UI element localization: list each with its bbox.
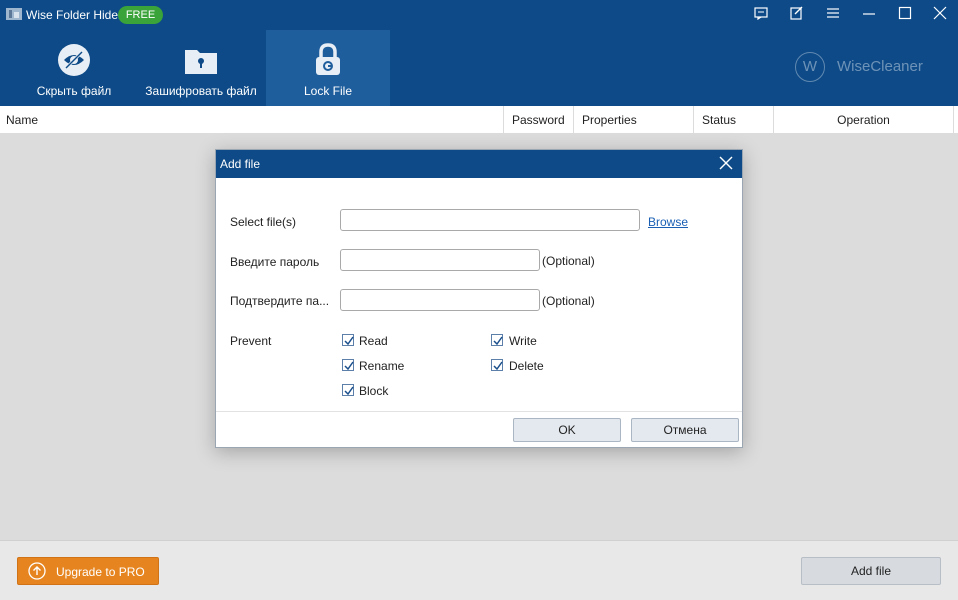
app-logo-icon bbox=[6, 8, 22, 20]
password-optional-text: (Optional) bbox=[542, 254, 595, 268]
checkmark-icon bbox=[493, 361, 503, 371]
add-file-dialog: Add file Select file(s) Browse Введите п… bbox=[215, 149, 743, 448]
close-icon[interactable] bbox=[929, 3, 951, 23]
block-checkbox[interactable] bbox=[342, 384, 354, 396]
write-label: Write bbox=[509, 334, 537, 348]
feedback-icon[interactable] bbox=[750, 3, 772, 23]
file-table-header: Name Password Properties Status Operatio… bbox=[0, 106, 958, 134]
nav-label: Lock File bbox=[303, 84, 353, 98]
dialog-title-bar: Add file bbox=[216, 150, 742, 178]
column-password[interactable]: Password bbox=[504, 106, 574, 134]
block-label: Block bbox=[359, 384, 389, 398]
maximize-icon[interactable] bbox=[894, 3, 916, 23]
checkmark-icon bbox=[344, 336, 354, 346]
column-name[interactable]: Name bbox=[0, 106, 504, 134]
checkmark-icon bbox=[344, 386, 354, 396]
edit-icon[interactable] bbox=[786, 3, 808, 23]
brand-mark: W bbox=[795, 52, 825, 82]
lock-icon bbox=[316, 43, 340, 75]
write-checkbox[interactable] bbox=[491, 334, 503, 346]
upgrade-button[interactable]: Upgrade to PRO bbox=[17, 557, 159, 585]
rename-label: Rename bbox=[359, 359, 405, 373]
add-file-button[interactable]: Add file bbox=[801, 557, 941, 585]
column-properties[interactable]: Properties bbox=[574, 106, 694, 134]
dialog-close-icon[interactable] bbox=[718, 155, 734, 171]
nav-lock-file[interactable]: Lock File bbox=[266, 30, 390, 106]
read-label: Read bbox=[359, 334, 388, 348]
confirm-password-input[interactable] bbox=[340, 289, 540, 311]
prevent-label: Prevent bbox=[230, 334, 272, 348]
title-bar: Wise Folder Hider FREE bbox=[0, 0, 958, 28]
dialog-title: Add file bbox=[220, 157, 261, 171]
minimize-icon[interactable] bbox=[858, 3, 880, 23]
checkmark-icon bbox=[493, 336, 503, 346]
read-checkbox[interactable] bbox=[342, 334, 354, 346]
nav-encrypt-file[interactable]: Зашифровать файл bbox=[139, 30, 263, 106]
column-operation[interactable]: Operation bbox=[774, 106, 954, 134]
nav-hide-file[interactable]: Скрыть файл bbox=[12, 30, 136, 106]
confirm-optional-text: (Optional) bbox=[542, 294, 595, 308]
app-title: Wise Folder Hider bbox=[26, 8, 123, 22]
ok-button[interactable]: OK bbox=[513, 418, 621, 442]
footer-bar: Upgrade to PRO Add file bbox=[0, 540, 958, 600]
checkmark-icon bbox=[344, 361, 354, 371]
eye-slash-icon bbox=[58, 44, 90, 76]
free-badge: FREE bbox=[118, 6, 163, 24]
select-files-label: Select file(s) bbox=[230, 215, 297, 229]
browse-link[interactable]: Browse bbox=[648, 215, 688, 229]
dialog-divider bbox=[216, 411, 742, 412]
password-input[interactable] bbox=[340, 249, 540, 271]
nav-label: Зашифровать файл bbox=[145, 84, 257, 98]
menu-icon[interactable] bbox=[822, 3, 844, 23]
confirm-password-label: Подтвердите па... bbox=[230, 294, 330, 308]
arrow-up-circle-icon bbox=[28, 562, 46, 580]
column-status[interactable]: Status bbox=[694, 106, 774, 134]
cancel-button[interactable]: Отмена bbox=[631, 418, 739, 442]
app-header: Wise Folder Hider FREE Скрыть файл Зашиф… bbox=[0, 0, 958, 106]
rename-checkbox[interactable] bbox=[342, 359, 354, 371]
delete-checkbox[interactable] bbox=[491, 359, 503, 371]
folder-lock-icon bbox=[185, 50, 217, 74]
upgrade-label: Upgrade to PRO bbox=[56, 565, 145, 579]
password-label: Введите пароль bbox=[230, 255, 320, 269]
nav-label: Скрыть файл bbox=[36, 84, 112, 98]
select-files-input[interactable] bbox=[340, 209, 640, 231]
delete-label: Delete bbox=[509, 359, 544, 373]
brand-text: WiseCleaner bbox=[837, 58, 923, 75]
